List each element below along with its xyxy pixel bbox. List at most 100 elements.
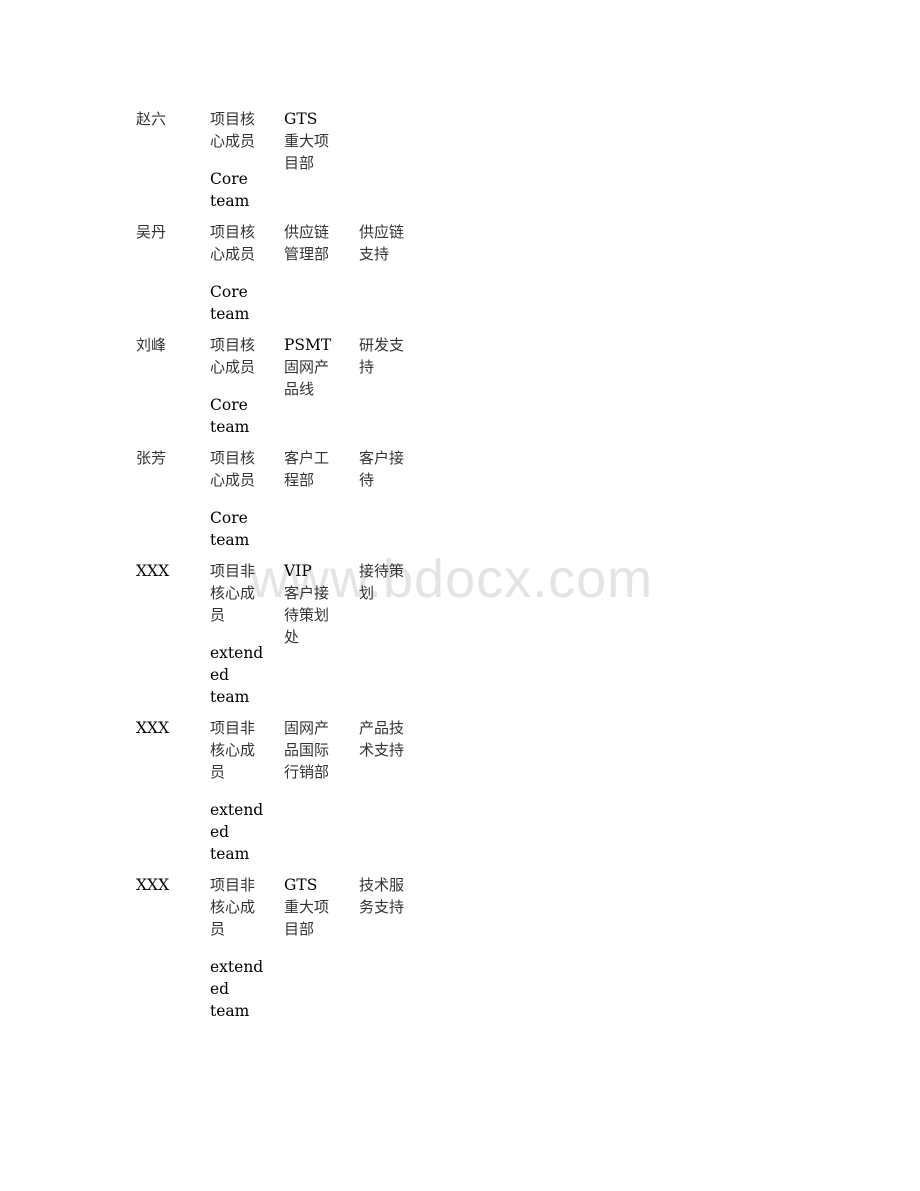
- department-line: PSMT: [284, 336, 332, 354]
- member-name: XXX: [136, 560, 210, 582]
- role-cn-line: 项目核: [210, 336, 256, 354]
- role-en-line: extend: [210, 801, 264, 819]
- department-line: 客户接: [284, 584, 330, 602]
- member-name: XXX: [136, 717, 210, 739]
- member-role: 项目非核心成员 extend ed team: [210, 874, 284, 1022]
- department-line: 处: [284, 628, 300, 646]
- role-cn-line: 心成员: [210, 245, 256, 263]
- role-en-line: team: [210, 688, 250, 706]
- role-en-line: ed: [210, 666, 230, 684]
- member-name-text: XXX: [136, 876, 170, 894]
- member-department: GTS 重大项 目部: [284, 874, 359, 940]
- department-line: 目部: [284, 154, 315, 172]
- row-spacer: [136, 551, 419, 560]
- department-line: 重大项: [284, 132, 330, 150]
- table-row: 吴丹 项目核 心成员 Core team 供应链 管理部 供应链 支持: [136, 221, 419, 325]
- department-line: 客户工: [284, 449, 330, 467]
- table-row: XXX 项目非 核心成员 extend ed team 固网产 品国际 行销部 产品技 术支持: [136, 717, 419, 865]
- duty-line: 供应链: [359, 223, 405, 241]
- role-cn-line: 核心成: [210, 584, 256, 602]
- member-name: 刘峰: [136, 334, 210, 356]
- member-role: 项目非 核心成员 extend ed team: [210, 560, 284, 708]
- row-spacer: [136, 325, 419, 334]
- member-name-text: 赵六: [136, 110, 167, 128]
- department-line: 管理部: [284, 245, 330, 263]
- role-cn-line: 项目核: [210, 110, 256, 128]
- row-spacer: [136, 212, 419, 221]
- role-en-line: team: [210, 192, 250, 210]
- role-cn-line: 项目非: [210, 876, 256, 894]
- member-name-text: 张芳: [136, 449, 167, 467]
- role-en-line: team: [210, 305, 250, 323]
- role-en-line: Core: [210, 283, 248, 301]
- role-cn-line: 核心成: [210, 741, 256, 759]
- duty-line: 技术服: [359, 876, 405, 894]
- department-line: GTS: [284, 876, 318, 894]
- member-role: 项目核 心成员 Core team: [210, 108, 284, 212]
- member-department: 客户工 程部: [284, 447, 359, 491]
- member-name: 吴丹: [136, 221, 210, 243]
- role-cn-line: 员: [210, 763, 226, 781]
- member-department: 供应链 管理部: [284, 221, 359, 265]
- department-line: 固网产: [284, 719, 330, 737]
- member-name: XXX: [136, 874, 210, 896]
- role-cn-line: 心成员: [210, 471, 256, 489]
- department-line: 固网产: [284, 358, 330, 376]
- department-line: 重大项: [284, 898, 330, 916]
- row-spacer: [136, 865, 419, 874]
- duty-line: 客户接: [359, 449, 405, 467]
- member-role: 项目非 核心成员 extend ed team: [210, 717, 284, 865]
- role-en-line: Core: [210, 170, 248, 188]
- duty-line: 接待策: [359, 562, 405, 580]
- role-en-line: extend: [210, 958, 264, 976]
- duty-line: 待: [359, 471, 375, 489]
- duty-line: 研发支: [359, 336, 405, 354]
- table-row: 刘峰 项目核 心成员 Core team PSMT 固网产 品线 研发支持: [136, 334, 419, 438]
- role-en-line: team: [210, 1002, 250, 1020]
- member-name: 张芳: [136, 447, 210, 469]
- duty-line: 务支持: [359, 898, 405, 916]
- member-role: 项目核 心成员 Core team: [210, 334, 284, 438]
- department-line: 品线: [284, 380, 315, 398]
- role-cn-line: 心成员: [210, 358, 256, 376]
- member-duty: 供应链 支持: [359, 221, 419, 265]
- role-cn-line: 项目核: [210, 223, 256, 241]
- duty-line: 术支持: [359, 741, 405, 759]
- member-duty: 产品技 术支持: [359, 717, 419, 761]
- member-name: 赵六: [136, 108, 210, 130]
- role-en-line: team: [210, 845, 250, 863]
- member-duty: 客户接待: [359, 447, 419, 491]
- member-department: 固网产 品国际 行销部: [284, 717, 359, 783]
- member-role: 项目核 心成员 Core team: [210, 447, 284, 551]
- row-spacer: [136, 708, 419, 717]
- duty-line: 支持: [359, 245, 390, 263]
- role-en-line: team: [210, 531, 250, 549]
- table-row: XXX 项目非 核心成员 extend ed team VIP 客户接 待策划处 接待策划: [136, 560, 419, 708]
- row-spacer: [136, 1022, 419, 1031]
- department-line: 品国际: [284, 741, 330, 759]
- member-duty: 研发支持: [359, 334, 419, 378]
- department-line: 供应链: [284, 223, 330, 241]
- department-line: 程部: [284, 471, 315, 489]
- team-table: 赵六 项目核 心成员 Core team GTS 重大项 目部 吴丹 项目核 心成员 Core team…: [136, 108, 419, 1031]
- table-row: 张芳 项目核 心成员 Core team 客户工 程部 客户接待: [136, 447, 419, 551]
- member-duty: 接待策划: [359, 560, 419, 604]
- role-cn-line: 核心成: [210, 898, 256, 916]
- member-role: 项目核心成员 Core team: [210, 221, 284, 325]
- department-line: 待策划: [284, 606, 330, 624]
- role-cn-line: 员: [210, 920, 226, 938]
- member-name-text: XXX: [136, 562, 170, 580]
- member-name-text: 吴丹: [136, 223, 167, 241]
- role-en-line: Core: [210, 396, 248, 414]
- table-row: 赵六 项目核 心成员 Core team GTS 重大项 目部: [136, 108, 419, 212]
- member-duty: 技术服 务支持: [359, 874, 419, 918]
- role-en-line: ed: [210, 980, 230, 998]
- department-line: GTS: [284, 110, 318, 128]
- duty-line: 划: [359, 584, 375, 602]
- role-cn-line: 项目核: [210, 449, 256, 467]
